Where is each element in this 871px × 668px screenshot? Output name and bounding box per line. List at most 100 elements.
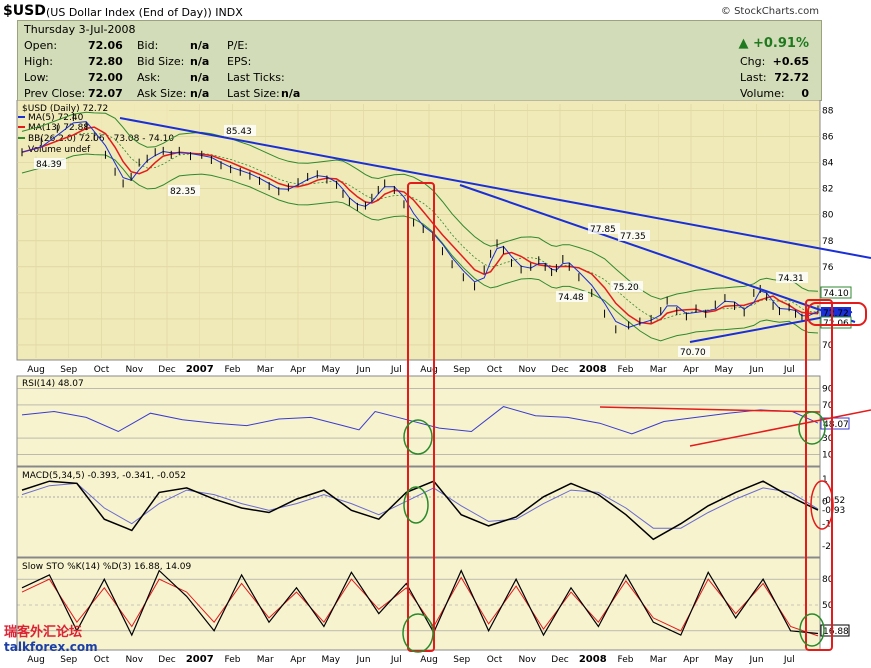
x-tick-label: Mar: [257, 365, 274, 375]
price-annotation: 75.20: [613, 283, 639, 293]
price-tick-label: 88: [822, 107, 834, 117]
x-tick-label: Apr: [683, 365, 699, 375]
x-tick-label: Oct: [94, 655, 110, 665]
x-tick-label: Apr: [683, 655, 699, 665]
open-label: Open:: [24, 39, 58, 52]
symbol-name: (US Dollar Index (End of Day)) INDX: [46, 6, 243, 19]
eps-label: EPS:: [227, 55, 252, 68]
price-tick-label: 76: [822, 263, 834, 273]
exchange: INDX: [215, 6, 243, 19]
last-ticks-label: Last Ticks:: [227, 71, 285, 84]
x-tick-label: Apr: [290, 365, 306, 375]
ask-value: n/a: [190, 71, 210, 84]
x-tick-label: 2007: [186, 364, 214, 375]
price-annotation: 70.70: [680, 348, 706, 358]
x-tick-label: Oct: [487, 655, 503, 665]
x-tick-label: Mar: [257, 655, 274, 665]
chg-value: +0.65: [772, 55, 809, 68]
prev-close-label: Prev Close:: [24, 87, 86, 100]
price-tick-label: 84: [822, 159, 834, 169]
bid-label: Bid:: [137, 39, 159, 52]
high-label: High:: [24, 55, 53, 68]
x-axis-top: Aug Sep Oct Nov Dec 2007 Feb Mar Apr May Jun Jul Aug…: [27, 364, 794, 375]
watermark-site: talkforex.com: [4, 640, 98, 654]
rsi-title: RSI(14) 48.07: [22, 379, 84, 389]
macd-title: MACD(5,34,5) -0.393, -0.341, -0.052: [22, 471, 186, 481]
high-value: 72.80: [88, 55, 123, 68]
price-annotation: 85.43: [226, 127, 252, 137]
rsi-value-label: 48.07: [823, 420, 849, 430]
x-tick-label: Nov: [518, 655, 536, 665]
x-tick-label: Sep: [453, 365, 470, 375]
x-tick-label: Oct: [94, 365, 110, 375]
chart-svg: 70727476788082848688 AugSepOctNovDec2007…: [16, 100, 871, 665]
symbol: $USD: [3, 3, 46, 19]
watermark-chinese: 瑞客外汇论坛: [4, 625, 83, 640]
price-tick-label: 86: [822, 133, 834, 143]
x-tick-label: Feb: [618, 365, 634, 375]
x-tick-label: Nov: [125, 365, 143, 375]
prev-close-value: 72.07: [88, 87, 123, 100]
x-tick-label: Oct: [487, 365, 503, 375]
last-label: Last:: [740, 71, 767, 84]
sto-value-label: 16.88: [823, 627, 849, 637]
x-tick-label: Jul: [783, 365, 795, 375]
x-tick-label: Sep: [453, 655, 470, 665]
x-tick-label: 2008: [579, 364, 607, 375]
price-annotation: 74.48: [558, 293, 584, 303]
x-tick-label: Apr: [290, 655, 306, 665]
x-tick-label: Jul: [783, 655, 795, 665]
x-tick-label: Dec: [158, 655, 175, 665]
x-tick-label: Aug: [420, 365, 438, 375]
x-tick-label: 2007: [186, 654, 214, 665]
x-tick-label: Feb: [225, 365, 241, 375]
change-percent: ▲ +0.91%: [738, 36, 809, 51]
bid-size-label: Bid Size:: [137, 55, 185, 68]
x-tick-label: Nov: [518, 365, 536, 375]
legend-bollinger: BB(26,2.0) 72.06 - 73.08 - 74.10: [28, 134, 174, 144]
x-tick-label: Mar: [650, 655, 667, 665]
x-tick-label: May: [714, 365, 733, 375]
x-tick-label: Aug: [420, 655, 438, 665]
quote-panel: Thursday 3-Jul-2008 Open: 72.06 High: 72…: [17, 20, 822, 101]
x-tick-label: May: [714, 655, 733, 665]
quote-date: Thursday 3-Jul-2008: [24, 23, 136, 36]
x-tick-label: Dec: [158, 365, 175, 375]
ask-size-label: Ask Size:: [137, 87, 187, 100]
x-tick-label: Jul: [390, 655, 402, 665]
price-annotation: 82.35: [170, 187, 196, 197]
x-tick-label: Sep: [60, 655, 77, 665]
price-annotation: 84.39: [36, 160, 62, 170]
sto-title: Slow STO %K(14) %D(3) 16.88, 14.09: [22, 562, 192, 572]
price-tick-label: 78: [822, 237, 834, 247]
macd-tick-label: -2: [822, 542, 831, 552]
bid-size-value: n/a: [190, 55, 210, 68]
x-tick-label: Nov: [125, 655, 143, 665]
x-tick-label: Jun: [748, 655, 763, 665]
x-tick-label: Jun: [355, 365, 370, 375]
volume-label: Volume:: [740, 87, 785, 100]
x-tick-label: May: [321, 365, 340, 375]
chg-label: Chg:: [740, 55, 766, 68]
legend-ma5: MA(5) 72.40: [28, 113, 84, 123]
x-tick-label: Dec: [551, 365, 568, 375]
x-tick-label: Aug: [27, 655, 45, 665]
open-value: 72.06: [88, 39, 123, 52]
price-right-labels: 74.10 72.72 72.06: [820, 286, 852, 329]
chart-header: $USD (US Dollar Index (End of Day)) INDX…: [0, 0, 871, 22]
x-axis-bottom: Aug Sep Oct Nov Dec 2007 Feb Mar Apr May Jun Jul Aug…: [27, 654, 794, 665]
brand-credit[interactable]: © StockCharts.com: [721, 6, 819, 17]
price-tick-label: 80: [822, 211, 834, 221]
last-size-label: Last Size:: [227, 87, 280, 100]
x-tick-label: May: [321, 655, 340, 665]
watermark: 瑞客外汇论坛 talkforex.com: [4, 625, 98, 655]
volume-value: 0: [801, 87, 809, 100]
ask-size-value: n/a: [190, 87, 210, 100]
bb-upper-label: 74.10: [823, 289, 849, 299]
price-annotation: 77.85: [590, 225, 616, 235]
x-tick-label: Feb: [618, 655, 634, 665]
low-label: Low:: [24, 71, 49, 84]
price-annotation: 77.35: [620, 232, 646, 242]
price-annotation: 74.31: [778, 274, 804, 284]
x-tick-label: Aug: [27, 365, 45, 375]
